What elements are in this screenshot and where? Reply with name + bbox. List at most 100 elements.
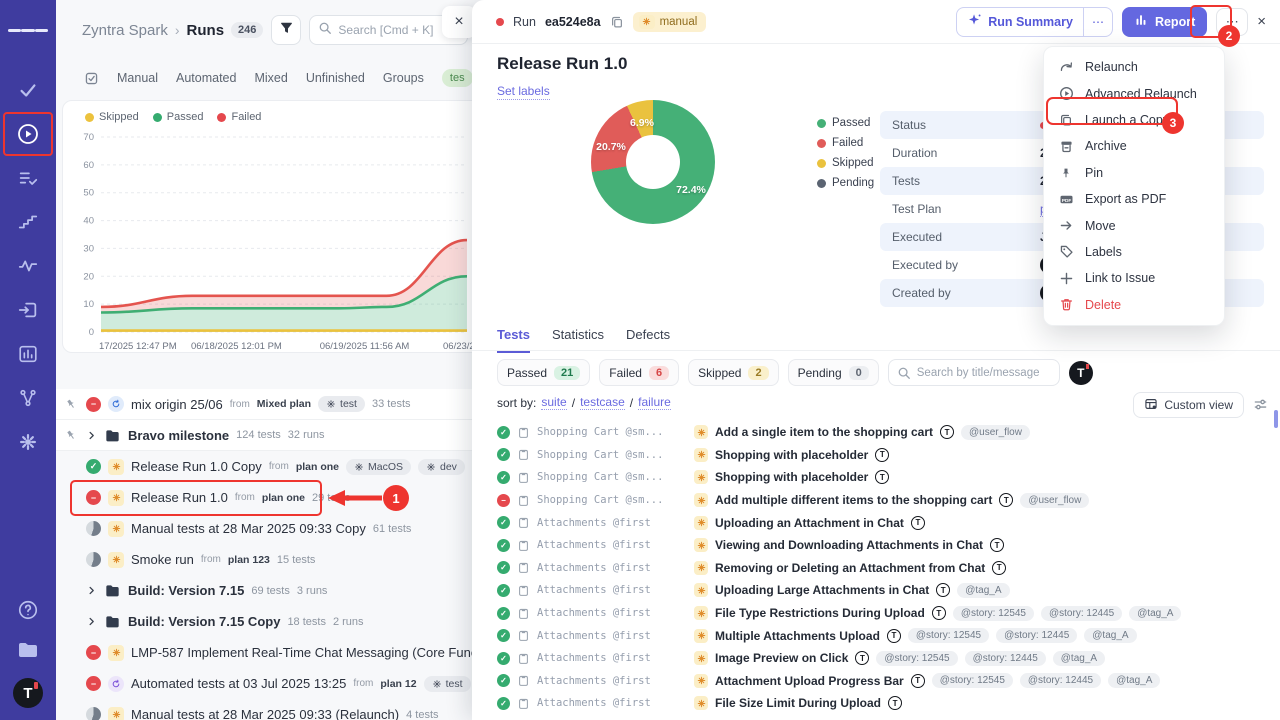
- tab-manual[interactable]: Manual: [117, 71, 158, 85]
- run-list-item[interactable]: Build: Version 7.15 Copy18 tests2 runs: [56, 606, 476, 637]
- filter-chip-failed[interactable]: Failed6: [599, 359, 679, 386]
- menu-item-export-as-pdf[interactable]: PDFExport as PDF: [1044, 186, 1224, 212]
- breadcrumb-project[interactable]: Zyntra Spark: [82, 22, 168, 39]
- run-list-item[interactable]: −mix origin 25/06fromMixed plantest33 te…: [56, 389, 476, 420]
- plan-name[interactable]: plan one: [296, 461, 339, 473]
- test-result-row[interactable]: ✓Shopping Cart @sm...Shopping with place…: [497, 444, 1280, 467]
- sidebar-item-integrations[interactable]: [8, 378, 48, 418]
- close-run-button[interactable]: ×: [1257, 13, 1266, 30]
- tab-automated[interactable]: Automated: [176, 71, 236, 85]
- chevron-right-icon[interactable]: [86, 585, 97, 596]
- run-list-item[interactable]: ✓Release Run 1.0 Copyfromplan oneMacOSde…: [56, 451, 476, 482]
- sort-option-testcase[interactable]: testcase: [580, 395, 625, 410]
- sidebar-item-test-plans[interactable]: [8, 158, 48, 198]
- sidebar-item-testcases[interactable]: [8, 70, 48, 110]
- test-result-row[interactable]: ✓Attachments @firstMultiple Attachments …: [497, 624, 1280, 647]
- run-list-item[interactable]: −LMP-587 Implement Real-Time Chat Messag…: [56, 637, 476, 668]
- tab-unfinished[interactable]: Unfinished: [306, 71, 365, 85]
- run-list-item[interactable]: −Release Run 1.0fromplan one29 tests: [56, 482, 476, 513]
- menu-item-pin[interactable]: Pin: [1044, 160, 1224, 186]
- author-avatar: T: [911, 674, 925, 688]
- legend-dot: [153, 113, 162, 122]
- select-all-icon[interactable]: [84, 71, 99, 86]
- display-settings-icon[interactable]: [1253, 397, 1268, 412]
- sidebar-item-help[interactable]: [8, 590, 48, 630]
- plan-name[interactable]: Mixed plan: [257, 398, 311, 410]
- run-list-item[interactable]: Smoke runfromplan 12315 tests: [56, 544, 476, 575]
- test-result-row[interactable]: ✓Attachments @firstImage Preview on Clic…: [497, 647, 1280, 670]
- runs-search-input[interactable]: [338, 23, 459, 37]
- custom-view-label: Custom view: [1164, 398, 1233, 412]
- test-result-row[interactable]: ✓Shopping Cart @sm...Add a single item t…: [497, 421, 1280, 444]
- menu-item-link-to-issue[interactable]: Link to Issue: [1044, 265, 1224, 291]
- sort-option-suite[interactable]: suite: [541, 395, 566, 410]
- sidebar-item-runs[interactable]: [8, 114, 48, 154]
- test-result-row[interactable]: ✓Attachments @firstUploading an Attachme…: [497, 511, 1280, 534]
- test-tag: @user_flow: [961, 425, 1030, 440]
- test-result-row[interactable]: −Shopping Cart @sm...Add multiple differ…: [497, 489, 1280, 512]
- sidebar-item-milestones[interactable]: [8, 202, 48, 242]
- run-list-item[interactable]: Bravo milestone124 tests32 runs: [56, 420, 476, 451]
- chevron-right-icon[interactable]: [86, 616, 97, 627]
- panel-close-button[interactable]: ×: [442, 6, 476, 38]
- menu-item-launch-a-copy[interactable]: Launch a Copy: [1044, 107, 1224, 133]
- run-list-item[interactable]: Manual tests at 28 Mar 2025 09:33 Copy61…: [56, 513, 476, 544]
- svg-text:60: 60: [83, 160, 94, 171]
- copy-id-icon[interactable]: [610, 15, 624, 29]
- menu-item-relaunch[interactable]: Relaunch: [1044, 54, 1224, 80]
- funnel-icon: [279, 20, 294, 40]
- filter-chip-pending[interactable]: Pending0: [788, 359, 879, 386]
- sidebar-item-shared-steps[interactable]: [8, 290, 48, 330]
- filter-chip-passed[interactable]: Passed21: [497, 359, 590, 386]
- test-search[interactable]: [888, 359, 1060, 386]
- scrollbar-thumb[interactable]: [1274, 410, 1278, 428]
- test-result-row[interactable]: ✓Attachments @firstViewing and Downloadi…: [497, 534, 1280, 557]
- menu-item-move[interactable]: Move: [1044, 212, 1224, 238]
- test-result-row[interactable]: ✓Shopping Cart @sm...Shopping with place…: [497, 466, 1280, 489]
- test-result-list: ✓Shopping Cart @sm...Add a single item t…: [497, 421, 1280, 720]
- sort-option-failure[interactable]: failure: [638, 395, 671, 410]
- run-summary-button[interactable]: Run Summary ⋯: [956, 7, 1113, 37]
- custom-view-button[interactable]: Custom view: [1133, 392, 1244, 418]
- menu-item-labels[interactable]: Labels: [1044, 239, 1224, 265]
- test-result-row[interactable]: ✓Attachments @firstRemoving or Deleting …: [497, 557, 1280, 580]
- sidebar-item-projects[interactable]: [8, 630, 48, 670]
- breadcrumb-section[interactable]: Runs: [187, 22, 225, 39]
- test-result-row[interactable]: ✓Attachments @firstFile Size Limit Durin…: [497, 692, 1280, 715]
- trash-icon: [1058, 297, 1074, 312]
- menu-item-archive[interactable]: Archive: [1044, 133, 1224, 159]
- filter-chip-skipped[interactable]: Skipped2: [688, 359, 779, 386]
- filter-button[interactable]: [271, 15, 301, 45]
- tab-groups[interactable]: Groups: [383, 71, 424, 85]
- tab-mixed[interactable]: Mixed: [254, 71, 287, 85]
- legend-item-skipped: Skipped: [85, 111, 139, 123]
- run-summary-more-button[interactable]: ⋯: [1083, 8, 1112, 36]
- menu-item-advanced-relaunch[interactable]: Advanced Relaunch: [1044, 80, 1224, 106]
- run-type-badge: manual: [633, 12, 707, 32]
- plan-name[interactable]: plan 123: [228, 554, 270, 566]
- test-result-row[interactable]: ✓Attachments @firstFile Type Restriction…: [497, 602, 1280, 625]
- test-title: Uploading Large Attachments in Chat: [715, 583, 929, 597]
- user-avatar[interactable]: T: [13, 678, 43, 708]
- test-search-input[interactable]: [917, 367, 1051, 379]
- plan-name[interactable]: plan one: [262, 492, 305, 504]
- menu-icon[interactable]: [8, 10, 48, 50]
- run-list-item[interactable]: −Automated tests at 03 Jul 2025 13:25fro…: [56, 668, 476, 699]
- run-list-item[interactable]: Build: Version 7.1569 tests3 runs: [56, 575, 476, 606]
- set-labels-link[interactable]: Set labels: [497, 84, 550, 100]
- plan-name[interactable]: plan 12: [380, 678, 416, 690]
- report-button[interactable]: Report: [1122, 7, 1207, 37]
- test-result-row[interactable]: ✓Attachments @firstAttachment Upload Pro…: [497, 670, 1280, 693]
- author-avatar: T: [936, 583, 950, 597]
- assignee-filter-avatar[interactable]: T: [1069, 361, 1093, 385]
- run-title: Smoke run: [131, 552, 194, 567]
- chevron-right-icon[interactable]: [86, 430, 97, 441]
- test-title: Shopping with placeholder: [715, 448, 868, 462]
- run-list-item[interactable]: Manual tests at 28 Mar 2025 09:33 (Relau…: [56, 699, 476, 720]
- test-result-row[interactable]: ✓Attachments @firstUploading Large Attac…: [497, 579, 1280, 602]
- menu-item-delete[interactable]: Delete: [1044, 292, 1224, 318]
- sidebar-item-activity[interactable]: [8, 246, 48, 286]
- tag-filter-pill[interactable]: tes: [442, 69, 473, 87]
- sidebar-item-reports[interactable]: [8, 334, 48, 374]
- sidebar-item-settings[interactable]: [8, 422, 48, 462]
